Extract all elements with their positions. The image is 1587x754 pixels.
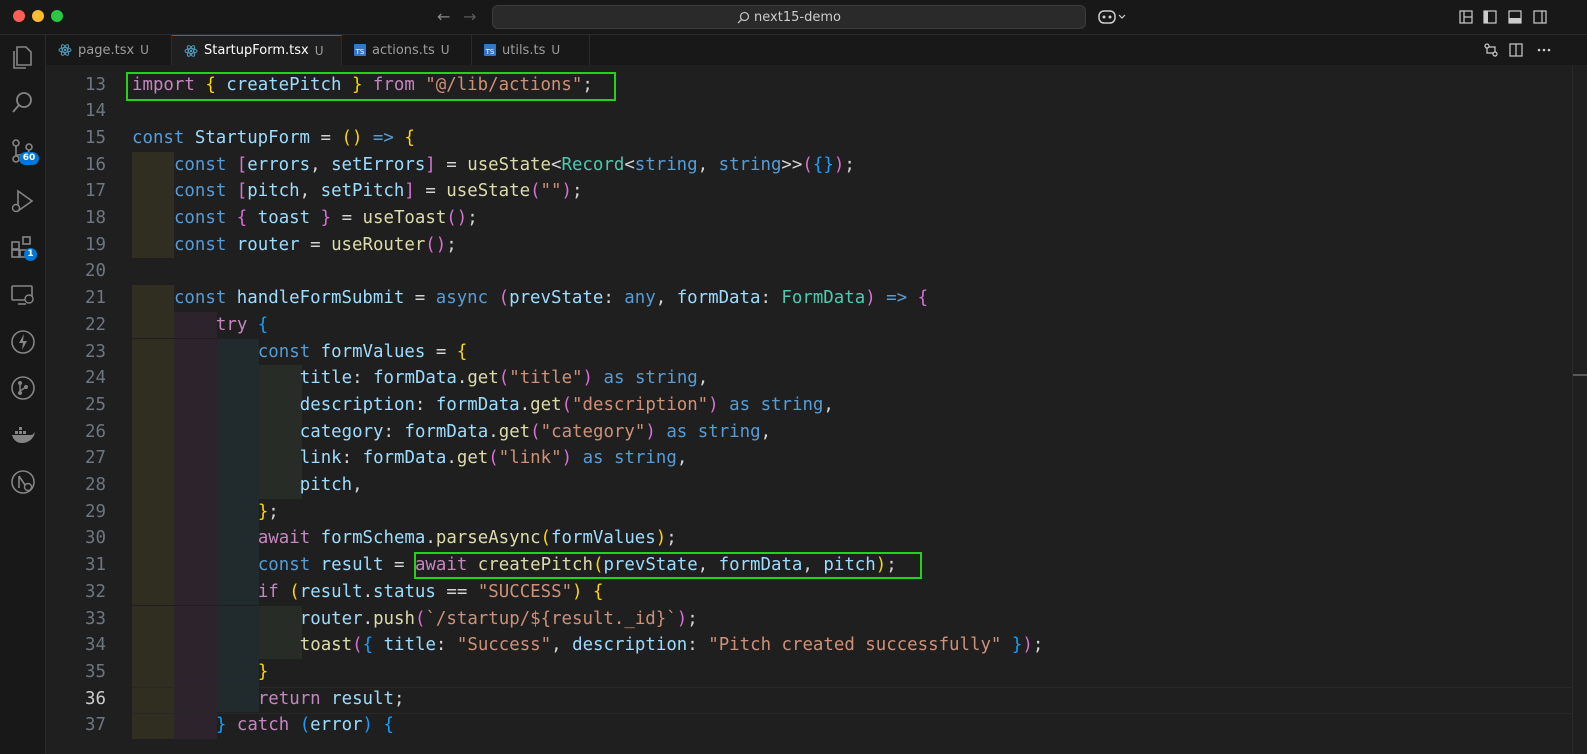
code-line: title: formData.get("title") as string,: [299, 368, 709, 389]
line-number: 21: [85, 288, 106, 309]
code-line: try {: [215, 314, 269, 335]
editor-tab-bar: page.tsx U StartupForm.tsx U TS actions.…: [46, 35, 1587, 65]
line-number: 28: [85, 475, 106, 495]
code-line: const { toast } = useToast();: [173, 208, 478, 228]
line-number: 23: [85, 341, 106, 362]
code-line: router.push(`/startup/${result._id}`);: [299, 608, 698, 629]
window-title: next15-demo: [754, 9, 841, 25]
typescript-icon: TS: [484, 44, 496, 56]
copilot-icon[interactable]: [1097, 8, 1127, 26]
line-number: 17: [85, 181, 106, 202]
code-editor[interactable]: 13 14 15 16 17 18 19 20 21 22 23 24 25 26 27 28 29 30 31 32…: [46, 65, 1587, 754]
typescript-icon: TS: [354, 44, 366, 56]
minimize-window-button[interactable]: [32, 10, 44, 22]
line-number: 35: [85, 661, 106, 682]
code-line: const [pitch, setPitch] = useState("");: [173, 181, 583, 202]
code-line: if (result.status == "SUCCESS") {: [257, 581, 604, 602]
code-line: category: formData.get("category") as st…: [299, 421, 772, 442]
tab-page-tsx[interactable]: page.tsx U: [46, 35, 172, 65]
untracked-indicator: U: [140, 43, 149, 57]
line-number: 14: [85, 101, 106, 122]
panel-icon[interactable]: [1507, 9, 1523, 25]
code-line: pitch,: [299, 475, 363, 495]
tab-label: actions.ts: [372, 42, 435, 58]
line-number: 20: [85, 261, 106, 282]
remote-explorer-icon[interactable]: [9, 281, 37, 309]
code-line: };: [257, 501, 279, 522]
tab-actions-ts[interactable]: TS actions.ts U: [342, 35, 472, 65]
line-number: 29: [85, 501, 106, 522]
code-line: }: [257, 661, 269, 682]
explorer-icon[interactable]: [9, 43, 37, 71]
tab-label: page.tsx: [78, 42, 135, 58]
code-line: return result;: [257, 688, 405, 709]
back-arrow-icon[interactable]: ←: [437, 5, 450, 29]
line-number: 26: [85, 421, 106, 442]
sidebar-icon[interactable]: [1482, 9, 1498, 25]
line-number: 32: [85, 581, 106, 602]
line-number: 31: [85, 555, 106, 576]
search-icon: [737, 11, 750, 23]
tab-utils-ts[interactable]: TS utils.ts U: [472, 35, 590, 65]
forward-arrow-icon[interactable]: →: [463, 5, 476, 29]
source-control-badge: 60: [19, 152, 39, 165]
code-line: link: formData.get("link") as string,: [299, 448, 688, 469]
line-number: 19: [85, 234, 106, 255]
docker-icon[interactable]: [9, 421, 37, 449]
search-icon[interactable]: [9, 89, 37, 117]
maximize-window-button[interactable]: [51, 10, 63, 22]
highlight-await-box: [414, 552, 922, 579]
compare-icon[interactable]: [1483, 42, 1499, 58]
title-bar: ← → next15-demo: [0, 0, 1587, 35]
line-number: 34: [85, 635, 106, 656]
highlight-import-box: [126, 72, 616, 101]
lightning-icon[interactable]: [9, 328, 37, 356]
react-icon: [184, 44, 198, 57]
extensions-badge: 1: [24, 248, 37, 261]
secondary-sidebar-icon[interactable]: [1532, 9, 1548, 25]
code-line: const router = useRouter();: [173, 234, 457, 255]
untracked-indicator: U: [440, 43, 450, 57]
untracked-indicator: U: [551, 43, 561, 57]
git-graph-icon[interactable]: [9, 374, 37, 402]
line-number: 18: [85, 208, 106, 228]
code-line: } catch (error) {: [215, 715, 394, 736]
line-number: 16: [85, 154, 106, 175]
line-number: 24: [85, 368, 106, 389]
activity-bar: 60 1: [0, 35, 46, 754]
scroll-marker: [1573, 374, 1587, 376]
untracked-indicator: U: [314, 43, 324, 58]
react-icon: [58, 44, 72, 56]
accessibility-icon[interactable]: [9, 468, 37, 496]
more-icon[interactable]: [1536, 42, 1552, 58]
code-line: const formValues = {: [257, 341, 468, 362]
line-number: 15: [85, 127, 106, 148]
line-number: 30: [85, 528, 106, 549]
line-number: 37: [85, 715, 106, 736]
line-number: 13: [85, 74, 106, 95]
line-number: 22: [85, 314, 106, 335]
code-line: const handleFormSubmit = async (prevStat…: [173, 288, 929, 309]
svg-text:TS: TS: [355, 48, 365, 56]
tab-label: StartupForm.tsx: [204, 43, 309, 58]
line-number: 33: [85, 608, 106, 629]
code-line: const [errors, setErrors] = useState<Rec…: [173, 154, 855, 175]
close-window-button[interactable]: [13, 10, 25, 22]
svg-text:TS: TS: [485, 48, 495, 56]
code-line: toast({ title: "Success", description: "…: [299, 635, 1044, 656]
code-line: description: formData.get("description")…: [299, 394, 834, 415]
line-number: 36: [85, 688, 106, 709]
split-editor-icon[interactable]: [1508, 42, 1524, 58]
code-line: await formSchema.parseAsync(formValues);: [257, 528, 677, 549]
tab-startupform-tsx[interactable]: StartupForm.tsx U: [172, 35, 342, 65]
line-number: 27: [85, 448, 106, 469]
layout-icon[interactable]: [1458, 9, 1474, 25]
vertical-scrollbar[interactable]: [1572, 65, 1587, 754]
command-center-search[interactable]: next15-demo: [492, 5, 1086, 29]
line-number: 25: [85, 394, 106, 415]
tab-label: utils.ts: [502, 42, 546, 58]
code-line: const StartupForm = () => {: [132, 127, 415, 148]
run-debug-icon[interactable]: [9, 187, 37, 215]
